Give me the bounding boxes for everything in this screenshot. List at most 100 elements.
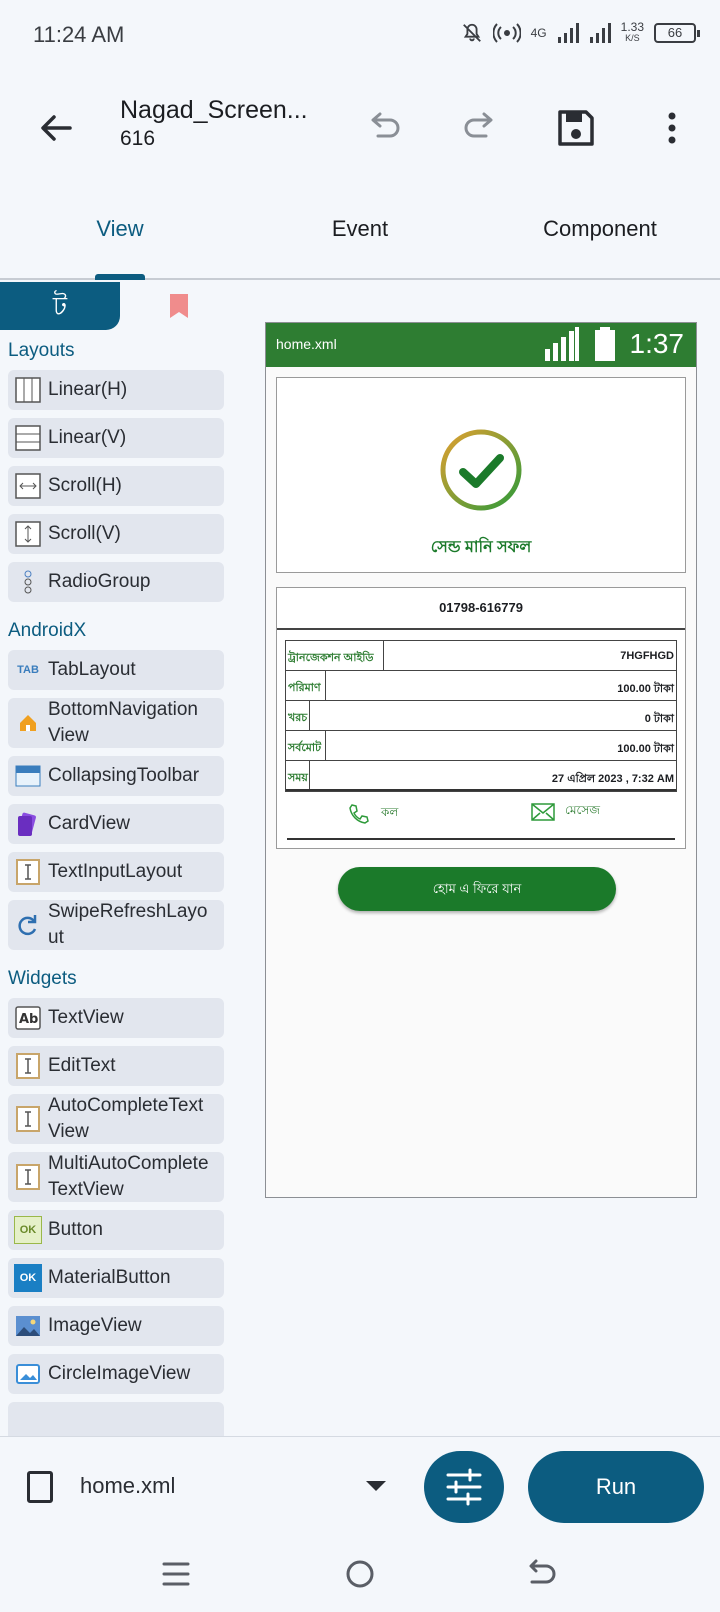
palette-item-collapsingtoolbar[interactable]: CollapsingToolbar <box>8 756 224 796</box>
scroll-v-icon <box>15 521 41 547</box>
tune-icon <box>446 1468 482 1506</box>
call-action[interactable]: কল <box>347 802 398 826</box>
table-row: পরিমাণ 100.00 টাকা <box>286 671 676 701</box>
run-button[interactable]: Run <box>528 1451 704 1523</box>
card-view-icon <box>18 812 36 836</box>
palette-item-linear-v[interactable]: Linear(V) <box>8 418 224 458</box>
undo-icon[interactable] <box>362 106 406 150</box>
net-speed: 1.33 K/S <box>620 20 644 43</box>
back-icon[interactable] <box>522 1556 558 1592</box>
multi-autocomplete-icon <box>16 1164 40 1190</box>
scroll-h-icon <box>15 473 41 499</box>
app-bar: Nagad_Screen... 616 <box>0 82 720 178</box>
section-widgets: Widgets <box>8 968 77 989</box>
title-block: Nagad_Screen... 616 <box>120 96 308 151</box>
system-nav-bar <box>0 1536 720 1612</box>
network-type: 4G <box>530 26 547 40</box>
preview-status-bar: home.xml 1:37 <box>266 323 696 367</box>
linear-v-icon <box>15 425 41 451</box>
status-time: 11:24 AM <box>33 22 125 47</box>
bottom-navigation-icon <box>20 715 36 731</box>
message-action[interactable]: মেসেজ <box>531 802 600 822</box>
palette-item-scroll-h[interactable]: Scroll(H) <box>8 466 224 506</box>
home-icon[interactable] <box>342 1556 378 1592</box>
palette-item-textview[interactable]: Ab TextView <box>8 998 224 1038</box>
file-icon <box>27 1471 53 1503</box>
preview-info-card: 01798-616779 ট্রানজেকশন আইডি 7HGFHGD পরি… <box>276 587 686 849</box>
text-input-icon <box>16 859 40 885</box>
image-view-icon <box>16 1316 40 1336</box>
preview-time: 1:37 <box>629 328 685 359</box>
properties-button[interactable] <box>424 1451 504 1523</box>
palette-item-imageview[interactable]: ImageView <box>8 1306 224 1346</box>
recipient-phone: 01798-616779 <box>277 588 685 630</box>
palette-item-bottomnavigation[interactable]: BottomNavigation View <box>8 698 224 748</box>
bottom-toolbar: home.xml Run <box>0 1436 720 1536</box>
preview-signal-icon <box>544 327 579 361</box>
editor-tabs: View Event Component <box>0 194 720 280</box>
mute-icon <box>462 23 481 42</box>
save-icon[interactable] <box>554 106 598 150</box>
redo-icon[interactable] <box>458 106 502 150</box>
palette-item-materialbutton[interactable]: OK MaterialButton <box>8 1258 224 1298</box>
table-row: খরচ 0 টাকা <box>286 701 676 731</box>
palette-item-multiautocomplete[interactable]: MultiAutoComplete TextView <box>8 1152 224 1202</box>
back-arrow-icon[interactable] <box>36 108 76 148</box>
palette-item-autocomplete[interactable]: AutoCompleteText View <box>8 1094 224 1144</box>
phone-icon <box>349 804 369 824</box>
palette-item-edittext[interactable]: EditText <box>8 1046 224 1086</box>
tab-layout-icon: TAB <box>17 664 39 676</box>
radio-group-icon <box>24 570 32 594</box>
success-check-icon <box>440 429 522 511</box>
edit-text-icon <box>16 1053 40 1079</box>
section-androidx: AndroidX <box>8 620 87 641</box>
transaction-table: ট্রানজেকশন আইডি 7HGFHGD পরিমাণ 100.00 টা… <box>285 640 677 792</box>
palette-tab-widgets[interactable]: ট <box>0 282 120 330</box>
swipe-refresh-icon <box>18 915 37 936</box>
preview-battery-icon <box>594 327 615 361</box>
tab-view[interactable]: View <box>0 216 240 242</box>
divider <box>287 838 675 840</box>
text-view-icon: Ab <box>15 1006 41 1030</box>
tab-indicator <box>95 274 145 280</box>
palette-item-textinputlayout[interactable]: TextInputLayout <box>8 852 224 892</box>
signal-2-icon <box>589 23 611 43</box>
widget-palette: ট Layouts Linear(H) Linear(V) Scroll(H) … <box>0 282 230 1436</box>
palette-item-circleimageview[interactable]: CircleImageView <box>8 1354 224 1394</box>
palette-item-cardview[interactable]: CardView <box>8 804 224 844</box>
preview-file-name: home.xml <box>276 336 337 352</box>
table-row: ট্রানজেকশন আইডি 7HGFHGD <box>286 641 676 671</box>
button-icon: OK <box>14 1216 42 1244</box>
palette-tabbar: ট <box>0 282 230 330</box>
hotspot-icon <box>492 23 521 43</box>
collapsing-toolbar-icon <box>15 765 41 787</box>
palette-item-swiperefresh[interactable]: SwipeRefreshLayo ut <box>8 900 224 950</box>
preview-success-card: সেন্ড মানি সফল <box>276 377 686 573</box>
palette-item-tablayout[interactable]: TAB TabLayout <box>8 650 224 690</box>
chevron-down-icon[interactable] <box>366 1481 386 1491</box>
current-file-name[interactable]: home.xml <box>80 1473 175 1499</box>
status-icons: 4G 1.33 K/S 66 <box>461 20 700 44</box>
linear-h-icon <box>15 377 41 403</box>
palette-item-button[interactable]: OK Button <box>8 1210 224 1250</box>
bookmark-icon[interactable] <box>170 294 188 318</box>
layout-preview[interactable]: home.xml 1:37 সেন্ড মানি সফল 01798-61677… <box>265 322 697 1198</box>
status-bar: 11:24 AM 4G 1.33 K/S 66 <box>0 0 720 76</box>
contact-actions: কল মেসেজ <box>277 792 685 836</box>
palette-item-partial[interactable] <box>8 1402 224 1436</box>
palette-item-scroll-v[interactable]: Scroll(V) <box>8 514 224 554</box>
project-subtitle: 616 <box>120 127 156 150</box>
palette-item-linear-h[interactable]: Linear(H) <box>8 370 224 410</box>
menu-icon[interactable] <box>158 1556 194 1592</box>
palette-item-radiogroup[interactable]: RadioGroup <box>8 562 224 602</box>
success-text: সেন্ড মানি সফল <box>430 539 532 556</box>
home-button[interactable]: হোম এ ফিরে যান <box>338 867 616 911</box>
tab-component[interactable]: Component <box>480 216 720 242</box>
tab-event[interactable]: Event <box>240 216 480 242</box>
mail-icon <box>531 803 555 821</box>
battery-icon: 66 <box>654 23 700 43</box>
section-layouts: Layouts <box>8 340 75 361</box>
svg-text:Ab: Ab <box>19 1012 38 1027</box>
more-options-icon[interactable] <box>650 106 694 150</box>
signal-icon <box>557 23 579 43</box>
